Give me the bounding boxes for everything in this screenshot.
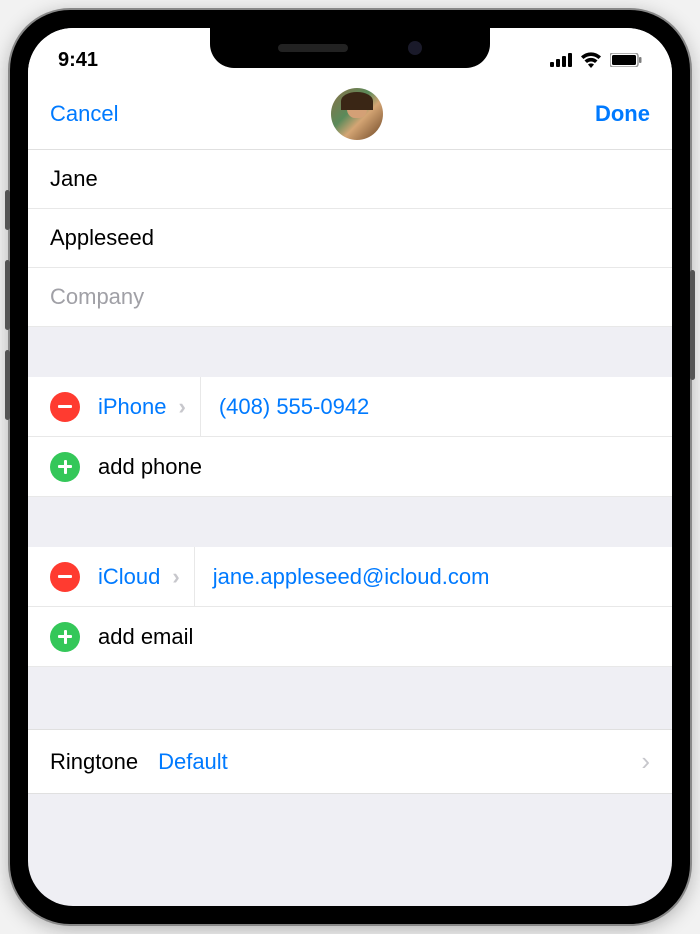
nav-bar: Cancel Done	[28, 78, 672, 150]
screen: 9:41 Cancel Done	[28, 28, 672, 906]
front-camera	[408, 41, 422, 55]
chevron-right-icon: ›	[641, 746, 650, 777]
email-entry-row: iCloud › jane.appleseed@icloud.com	[28, 547, 672, 607]
first-name-row[interactable]	[28, 150, 672, 209]
status-time: 9:41	[58, 49, 188, 72]
cancel-button[interactable]: Cancel	[50, 101, 118, 127]
last-name-row[interactable]	[28, 209, 672, 268]
company-input[interactable]	[50, 284, 650, 310]
add-email-label: add email	[98, 624, 193, 650]
battery-icon	[610, 53, 642, 67]
add-email-row[interactable]: add email	[28, 607, 672, 667]
phone-frame: 9:41 Cancel Done	[10, 10, 690, 924]
side-button	[690, 270, 695, 380]
ringtone-row[interactable]: Ringtone Default ›	[28, 729, 672, 794]
chevron-right-icon: ›	[172, 564, 179, 590]
section-gap	[28, 327, 672, 377]
add-phone-button[interactable]	[50, 452, 80, 482]
section-gap	[28, 497, 672, 547]
wifi-icon	[580, 52, 602, 68]
side-button	[5, 350, 10, 420]
remove-email-button[interactable]	[50, 562, 80, 592]
phone-type-button[interactable]: iPhone	[98, 394, 179, 420]
email-type-button[interactable]: iCloud	[98, 564, 172, 590]
phone-entry-row: iPhone › (408) 555-0942	[28, 377, 672, 437]
side-button	[5, 260, 10, 330]
contact-avatar[interactable]	[331, 88, 383, 140]
phone-number-field[interactable]: (408) 555-0942	[201, 394, 658, 420]
chevron-right-icon: ›	[179, 394, 186, 420]
speaker	[278, 44, 348, 52]
section-gap	[28, 667, 672, 729]
ringtone-label: Ringtone	[50, 749, 138, 775]
add-phone-row[interactable]: add phone	[28, 437, 672, 497]
notch	[210, 28, 490, 68]
add-email-button[interactable]	[50, 622, 80, 652]
company-row[interactable]	[28, 268, 672, 327]
done-button[interactable]: Done	[595, 101, 650, 127]
remove-phone-button[interactable]	[50, 392, 80, 422]
add-phone-label: add phone	[98, 454, 202, 480]
email-address-field[interactable]: jane.appleseed@icloud.com	[195, 564, 658, 590]
status-icons	[512, 52, 642, 68]
side-button	[5, 190, 10, 230]
cellular-icon	[550, 53, 572, 67]
last-name-input[interactable]	[50, 225, 650, 251]
first-name-input[interactable]	[50, 166, 650, 192]
name-section	[28, 150, 672, 327]
ringtone-value: Default	[158, 749, 641, 775]
